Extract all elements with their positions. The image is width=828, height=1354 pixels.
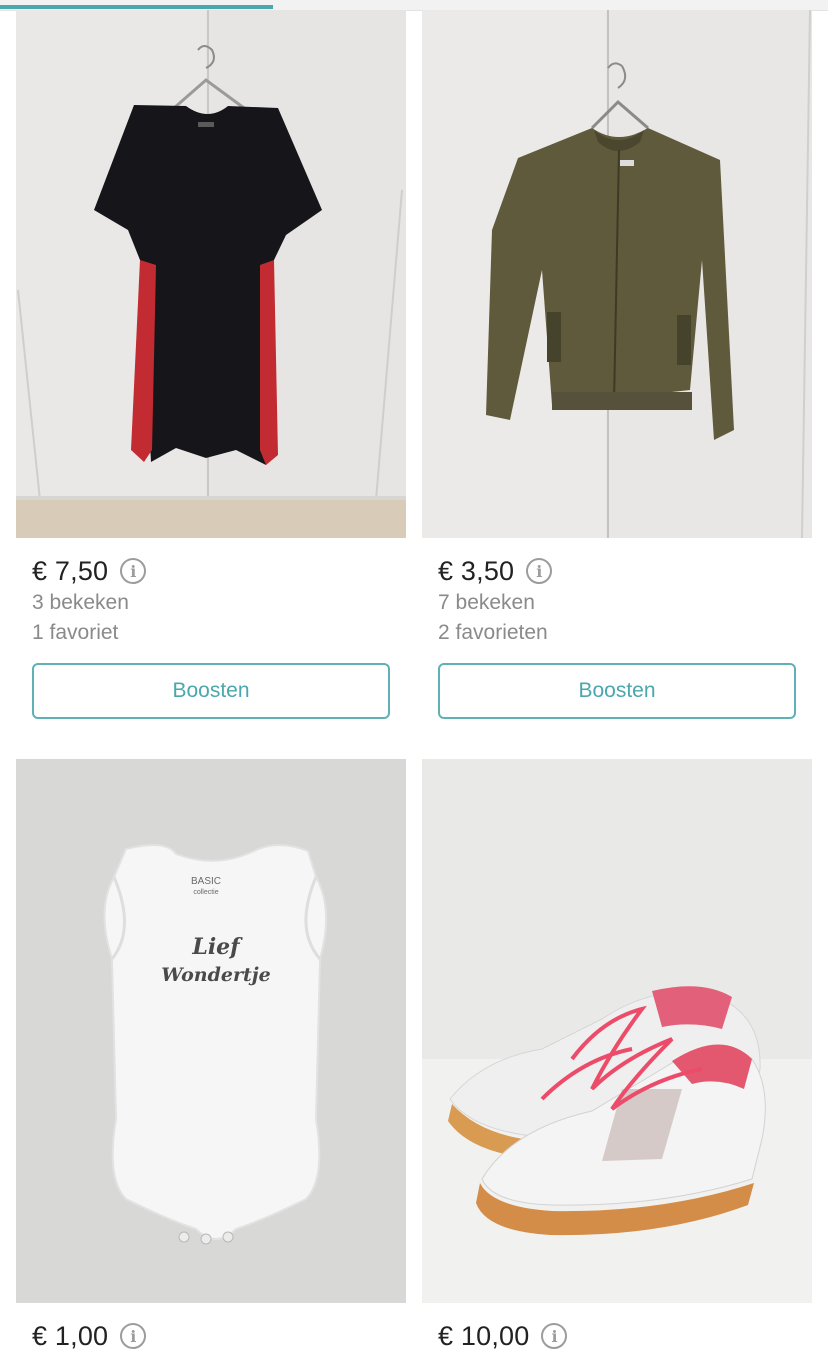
brand-label: BASIC xyxy=(191,876,221,887)
listing-photo-dress[interactable] xyxy=(16,10,406,538)
brand-label-sub: collectie xyxy=(193,889,218,896)
info-icon[interactable]: i xyxy=(120,1323,147,1349)
listing-photo-jacket[interactable] xyxy=(422,10,812,538)
listing-card[interactable]: € 10,00 i xyxy=(422,759,812,1354)
listing-card[interactable]: BASIC collectie Lief Wondertje € 1,00 i xyxy=(16,759,406,1354)
upload-progress-fill xyxy=(0,5,274,9)
listing-photo-bodysuit[interactable]: BASIC collectie Lief Wondertje xyxy=(16,759,406,1303)
print-text-line1: Lief xyxy=(191,934,243,960)
listing-card[interactable]: € 3,50 i 7 bekeken 2 favorieten Boosten xyxy=(422,10,812,730)
info-icon[interactable]: i xyxy=(526,558,553,584)
print-text-line2: Wondertje xyxy=(161,964,270,986)
listing-price: € 7,50 xyxy=(32,555,109,586)
view-count: 3 bekeken xyxy=(32,591,129,614)
view-count: 7 bekeken xyxy=(438,591,535,614)
info-icon[interactable]: i xyxy=(541,1323,568,1349)
boost-button[interactable]: Boosten xyxy=(438,663,796,719)
favorite-count: 2 favorieten xyxy=(438,621,548,644)
listing-price: € 3,50 xyxy=(438,555,515,586)
favorite-count: 1 favoriet xyxy=(32,621,119,644)
boost-button[interactable]: Boosten xyxy=(32,663,390,719)
info-icon[interactable]: i xyxy=(120,558,147,584)
listing-price: € 1,00 xyxy=(32,1320,109,1351)
listing-card[interactable]: € 7,50 i 3 bekeken 1 favoriet Boosten xyxy=(16,10,406,730)
listing-price: € 10,00 xyxy=(438,1320,530,1351)
listing-photo-sneakers[interactable] xyxy=(422,759,812,1303)
